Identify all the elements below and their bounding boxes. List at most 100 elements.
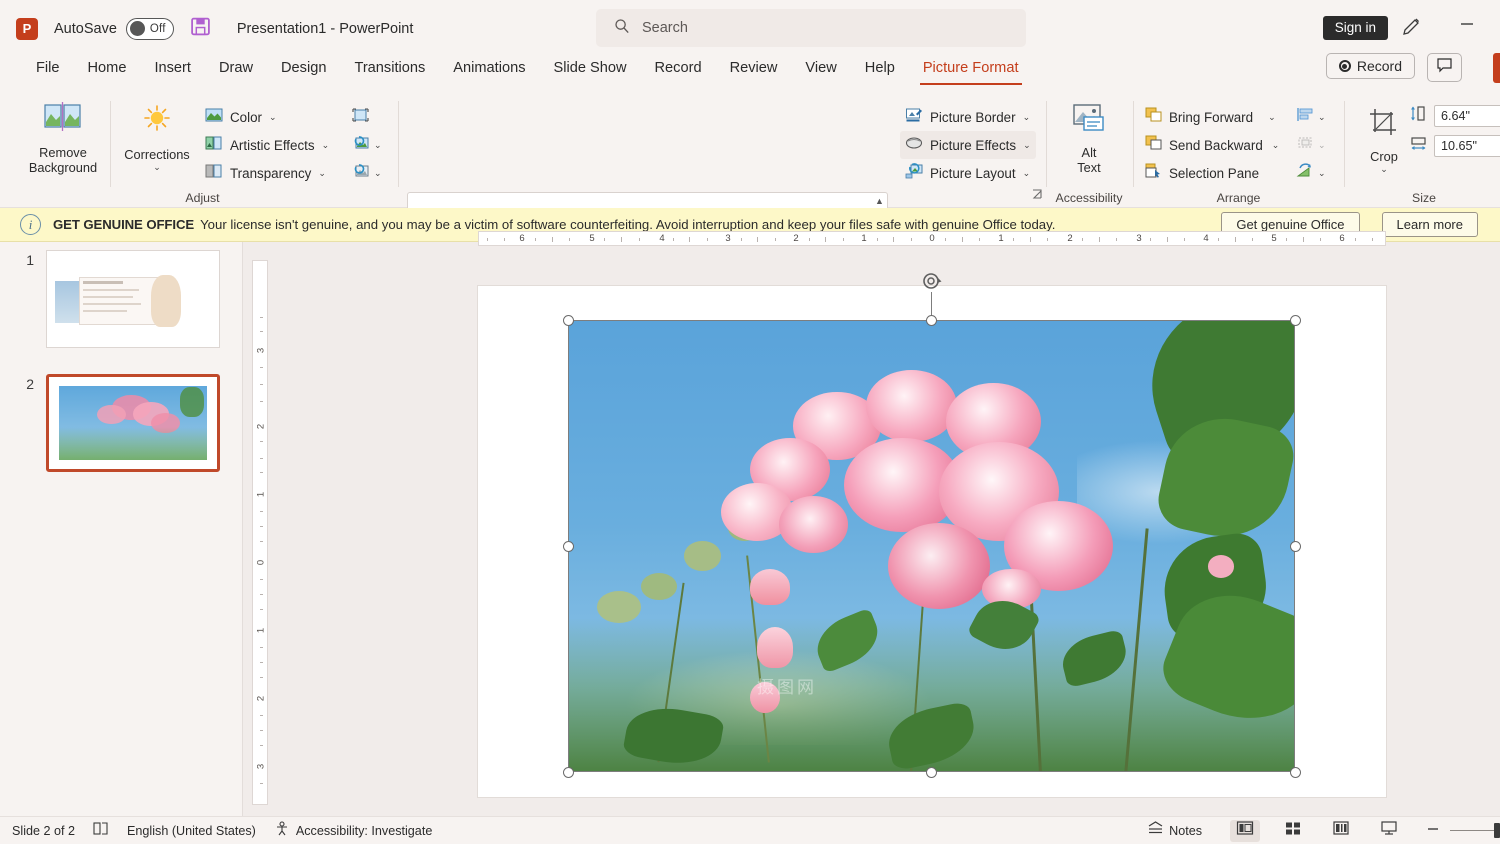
- transparency-button[interactable]: Transparency ⌄: [200, 159, 334, 187]
- resize-handle-middle-left[interactable]: [562, 540, 574, 552]
- record-button[interactable]: Record: [1325, 53, 1415, 79]
- selection-pane-button[interactable]: Selection Pane: [1140, 159, 1284, 187]
- tab-slide-show[interactable]: Slide Show: [540, 57, 641, 79]
- bring-forward-button[interactable]: Bring Forward ⌄: [1140, 103, 1284, 131]
- group-button: ⌄: [1291, 131, 1331, 159]
- shape-width-input[interactable]: 10.65": [1434, 135, 1500, 157]
- save-icon[interactable]: [190, 16, 211, 42]
- view-slide-sorter-button[interactable]: [1278, 820, 1308, 842]
- chevron-down-icon[interactable]: ⌄: [153, 162, 161, 173]
- horizontal-ruler[interactable]: 6 5 4 3 2 1 0 1 2 3 4 5 6: [478, 231, 1386, 246]
- view-reading-button[interactable]: [1326, 820, 1356, 842]
- tab-picture-format[interactable]: Picture Format: [909, 57, 1033, 85]
- dialog-launcher-icon[interactable]: [1032, 187, 1043, 205]
- align-button[interactable]: ⌄: [1291, 103, 1331, 131]
- resize-handle-middle-right[interactable]: [1289, 540, 1301, 552]
- chevron-down-icon[interactable]: ⌄: [1023, 140, 1031, 151]
- tab-record[interactable]: Record: [641, 57, 716, 79]
- slide-thumbnail-2[interactable]: 2: [8, 374, 220, 472]
- minimize-icon[interactable]: [1458, 14, 1476, 35]
- chevron-down-icon[interactable]: ⌄: [1318, 112, 1326, 123]
- accessibility-status[interactable]: Accessibility: Investigate: [296, 824, 433, 838]
- chevron-down-icon[interactable]: ⌄: [318, 168, 326, 179]
- tab-transitions[interactable]: Transitions: [340, 57, 439, 79]
- sign-in-button[interactable]: Sign in: [1322, 16, 1388, 40]
- chevron-down-icon[interactable]: ⌄: [1023, 168, 1031, 179]
- hruler-tick-1L: 1: [861, 233, 867, 244]
- notes-page-icon[interactable]: [93, 821, 109, 841]
- compress-pictures-button[interactable]: [346, 103, 387, 131]
- chevron-down-icon[interactable]: ⌄: [1318, 168, 1326, 179]
- chevron-down-icon[interactable]: ⌄: [374, 140, 382, 151]
- slides-thumbnail-pane[interactable]: 1 2: [0, 242, 243, 836]
- slide-counter[interactable]: Slide 2 of 2: [12, 824, 75, 838]
- tab-view[interactable]: View: [791, 57, 850, 79]
- tab-design[interactable]: Design: [267, 57, 340, 79]
- rotate-handle-icon[interactable]: [920, 270, 942, 292]
- learn-more-button[interactable]: Learn more: [1381, 212, 1478, 237]
- tab-file[interactable]: File: [22, 57, 74, 79]
- search-box[interactable]: Search: [596, 9, 1026, 47]
- resize-handle-bottom-left[interactable]: [562, 766, 574, 778]
- ribbon-group-accessibility: Alt Text Accessibility: [1048, 89, 1130, 208]
- pane-divider[interactable]: [242, 242, 243, 836]
- artistic-effects-button[interactable]: Artistic Effects ⌄: [200, 131, 334, 159]
- pen-icon[interactable]: [1400, 16, 1422, 43]
- chevron-up-icon[interactable]: ▲: [875, 196, 884, 206]
- accessibility-icon[interactable]: [274, 820, 291, 841]
- slide-thumbnail-canvas[interactable]: [46, 250, 220, 348]
- slide-canvas[interactable]: 摄图网: [478, 273, 1386, 797]
- shape-height-input[interactable]: 6.64": [1434, 105, 1500, 127]
- view-slideshow-icon: [1380, 820, 1398, 841]
- vertical-ruler[interactable]: 3 2 1 0 1 2 3: [252, 260, 268, 805]
- slide-thumbnail-canvas-selected[interactable]: [46, 374, 220, 472]
- color-label: Color: [230, 109, 262, 125]
- picture-border-button[interactable]: Picture Border ⌄: [900, 103, 1036, 131]
- zoom-slider[interactable]: [1450, 823, 1500, 838]
- chevron-down-icon[interactable]: ⌄: [269, 112, 277, 123]
- autosave-toggle[interactable]: Off: [125, 17, 174, 40]
- chevron-down-icon[interactable]: ⌄: [1268, 112, 1276, 123]
- toggle-knob: [129, 21, 145, 36]
- reset-picture-button[interactable]: ⌄: [346, 159, 387, 187]
- chevron-down-icon[interactable]: ⌄: [374, 168, 382, 179]
- comments-button[interactable]: [1427, 53, 1462, 82]
- tab-animations[interactable]: Animations: [439, 57, 539, 79]
- tab-help[interactable]: Help: [851, 57, 909, 79]
- resize-handle-top-right[interactable]: [1289, 314, 1301, 326]
- language-indicator[interactable]: English (United States): [127, 824, 256, 838]
- resize-handle-top-center[interactable]: [926, 314, 937, 326]
- change-picture-button[interactable]: ⌄: [346, 131, 387, 159]
- remove-background-button[interactable]: Remove Background: [17, 101, 109, 175]
- crop-button[interactable]: Crop ⌄: [1358, 107, 1410, 175]
- tab-home[interactable]: Home: [74, 57, 141, 79]
- chevron-down-icon[interactable]: ⌄: [1272, 140, 1280, 151]
- resize-handle-top-left[interactable]: [562, 314, 574, 326]
- zoom-thumb[interactable]: [1494, 823, 1500, 838]
- send-backward-button[interactable]: Send Backward ⌄: [1140, 131, 1284, 159]
- corrections-button[interactable]: Corrections ⌄: [118, 103, 196, 173]
- tab-review[interactable]: Review: [716, 57, 792, 79]
- title-bar: P AutoSave Off Presentation1 - PowerPoin…: [0, 0, 1500, 57]
- picture-pink-roses[interactable]: 摄图网: [568, 320, 1295, 772]
- color-button[interactable]: Color ⌄: [200, 103, 334, 131]
- editor-body: 1 2 3 2 1 0 1 2 3 6 5 4 3 2 1 0 1 2 3 4 …: [0, 231, 1500, 836]
- tab-insert[interactable]: Insert: [140, 57, 205, 79]
- picture-layout-button[interactable]: Picture Layout ⌄: [900, 159, 1036, 187]
- slide-thumbnail-1[interactable]: 1: [8, 250, 220, 348]
- view-slideshow-button[interactable]: [1374, 820, 1404, 842]
- tab-draw[interactable]: Draw: [205, 57, 267, 79]
- chevron-down-icon[interactable]: ⌄: [322, 140, 330, 151]
- ribbon-separator: [1046, 101, 1047, 187]
- zoom-out-icon[interactable]: [1426, 822, 1440, 840]
- resize-handle-bottom-center[interactable]: [926, 766, 937, 778]
- chevron-down-icon[interactable]: ⌄: [1023, 112, 1031, 123]
- notes-button[interactable]: Notes: [1147, 821, 1202, 840]
- view-normal-button[interactable]: [1230, 819, 1260, 842]
- chevron-down-icon[interactable]: ⌄: [1380, 164, 1388, 175]
- resize-handle-bottom-right[interactable]: [1289, 766, 1301, 778]
- group-title-adjust: Adjust: [185, 191, 220, 205]
- rotate-button[interactable]: ⌄: [1291, 159, 1331, 187]
- alt-text-button[interactable]: Alt Text: [1048, 103, 1130, 175]
- picture-effects-button[interactable]: Picture Effects ⌄: [900, 131, 1036, 159]
